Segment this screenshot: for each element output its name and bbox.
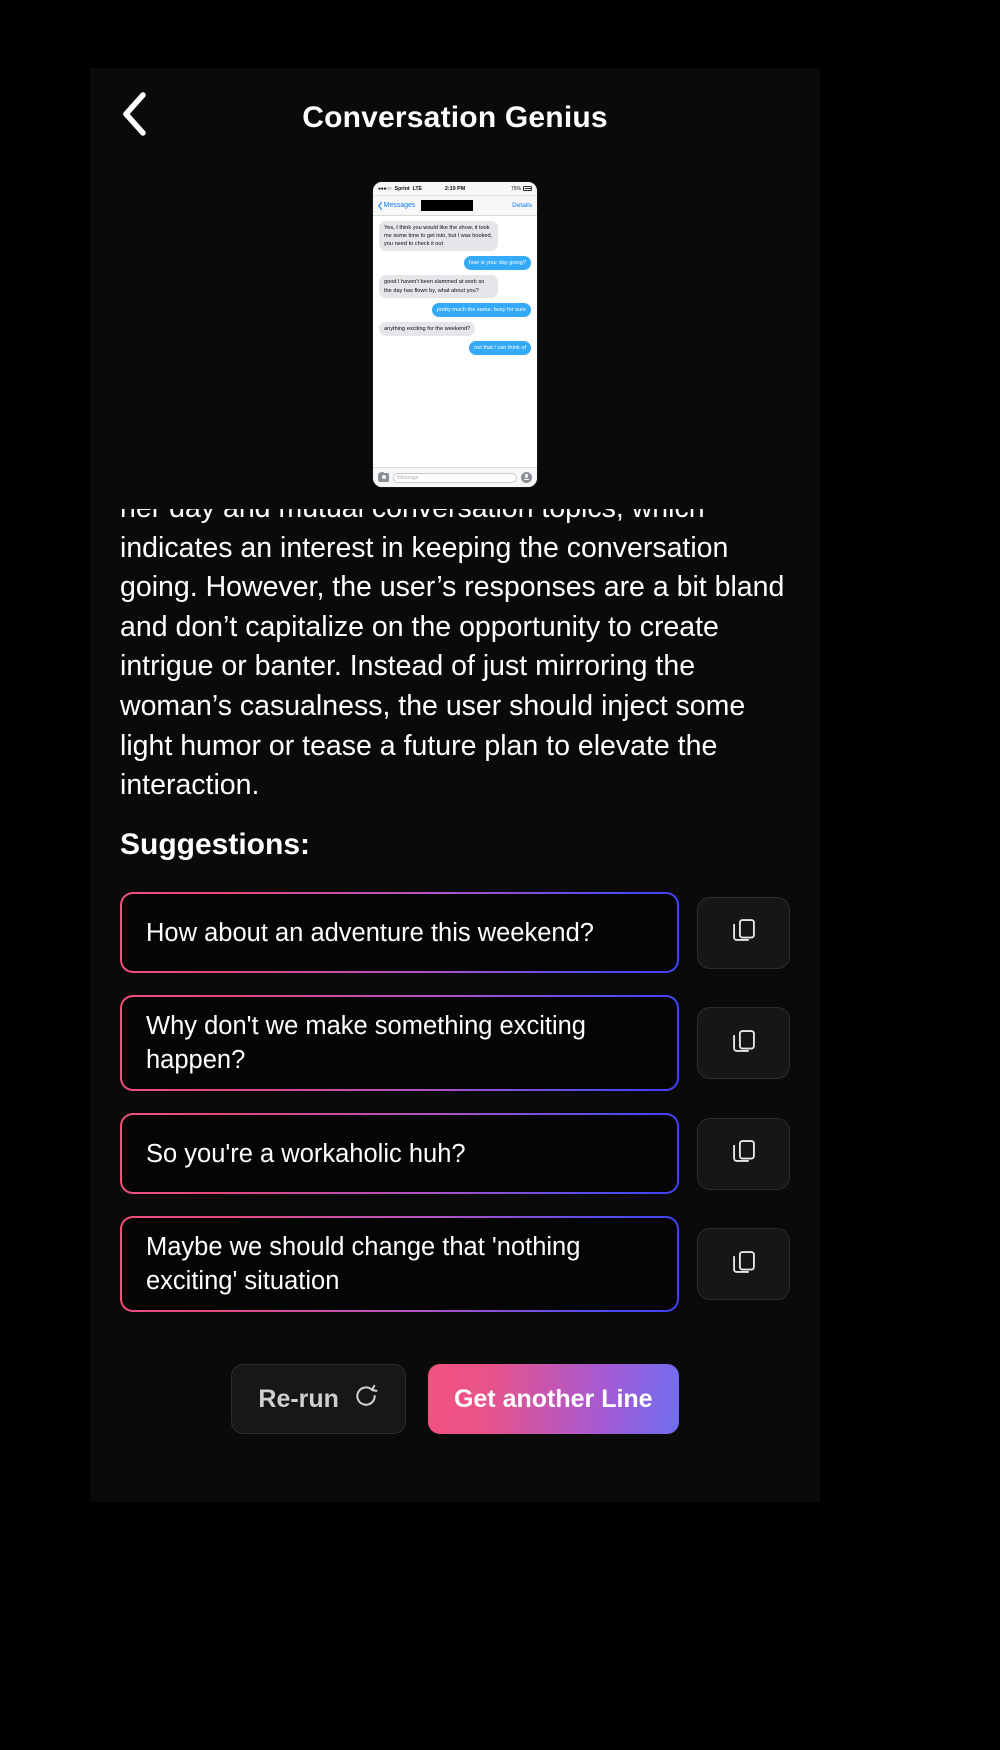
action-bar: Re-run Get another Line [90,1364,820,1434]
contact-name-redacted [421,200,474,211]
message-bubble: good I haven't been slammed at work so t… [379,275,498,298]
phone-nav-bar: Messages Details [373,196,537,216]
re-run-label: Re-run [258,1384,339,1413]
copy-button[interactable] [697,896,790,969]
network-label: LTE [412,185,423,192]
phone-status-bar: ●●●○○ Sprint LTE 2:19 PM 75% [373,182,537,196]
messages-back-label: Messages [383,202,416,209]
conversation-screenshot-thumbnail[interactable]: ●●●○○ Sprint LTE 2:19 PM 75% Messages De… [90,182,820,487]
copy-icon [730,1137,758,1170]
get-another-line-label: Get another Line [453,1384,653,1413]
copy-button[interactable] [697,1007,790,1079]
camera-icon[interactable] [378,471,389,482]
page-title: Conversation Genius [302,101,608,134]
suggestion-text: So you're a workaholic huh? [122,1115,677,1192]
suggestion-row: How about an adventure this weekend? [120,892,790,973]
message-thread: Yes, I think you would like the show, it… [373,216,537,467]
suggestion-row: Why don't we make something exciting hap… [120,995,790,1091]
copy-icon [730,1027,758,1060]
suggestion-card[interactable]: Why don't we make something exciting hap… [120,995,679,1091]
suggestion-card[interactable]: Maybe we should change that 'nothing exc… [120,1216,679,1312]
chevron-left-small-icon [378,201,382,210]
copy-icon [730,916,758,949]
microphone-icon[interactable] [521,472,532,483]
suggestion-text: Maybe we should change that 'nothing exc… [122,1218,677,1310]
details-button[interactable]: Details [512,202,532,209]
refresh-icon [353,1383,379,1416]
battery-percent: 75% [510,185,521,192]
analysis-text-block: her day and mutual conversation topics, … [120,509,790,804]
chevron-left-icon [119,91,149,137]
suggestion-text: Why don't we make something exciting hap… [122,997,677,1089]
message-bubble: pretty much the same, busy for sure [431,302,531,317]
battery-indicator: 75% [511,186,532,192]
phone-input-bar: iMessage [373,467,537,487]
battery-icon [523,186,532,191]
copy-button[interactable] [697,1228,790,1300]
analysis-paragraph: her day and mutual conversation topics, … [120,509,785,802]
suggestions-heading: Suggestions: [120,828,311,861]
back-button[interactable] [106,86,162,142]
suggestion-text: How about an adventure this weekend? [122,894,677,971]
message-bubble: anything exciting for the weekend? [379,321,476,336]
suggestion-row: So you're a workaholic huh? [120,1113,790,1194]
copy-icon [730,1248,758,1281]
message-bubble: Yes, I think you would like the show, it… [379,221,498,252]
signal-dots-icon: ●●●○○ [378,185,392,192]
copy-button[interactable] [697,1117,790,1190]
carrier-label: Sprint [394,185,410,192]
suggestion-row: Maybe we should change that 'nothing exc… [120,1216,790,1312]
suggestions-list: How about an adventure this weekend? Why… [120,892,790,1312]
app-header: Conversation Genius [90,68,820,168]
get-another-line-button[interactable]: Get another Line [427,1364,679,1434]
suggestion-card[interactable]: So you're a workaholic huh? [120,1113,679,1194]
messages-back-button[interactable]: Messages [378,201,416,210]
message-bubble: how is your day going? [463,256,531,271]
phone-mockup: ●●●○○ Sprint LTE 2:19 PM 75% Messages De… [373,182,537,487]
app-screen: Conversation Genius ●●●○○ Sprint LTE 2:1… [90,68,820,1502]
suggestion-card[interactable]: How about an adventure this weekend? [120,892,679,973]
message-bubble: not that I can think of [469,340,531,355]
re-run-button[interactable]: Re-run [231,1364,406,1434]
imessage-input[interactable]: iMessage [393,472,517,483]
